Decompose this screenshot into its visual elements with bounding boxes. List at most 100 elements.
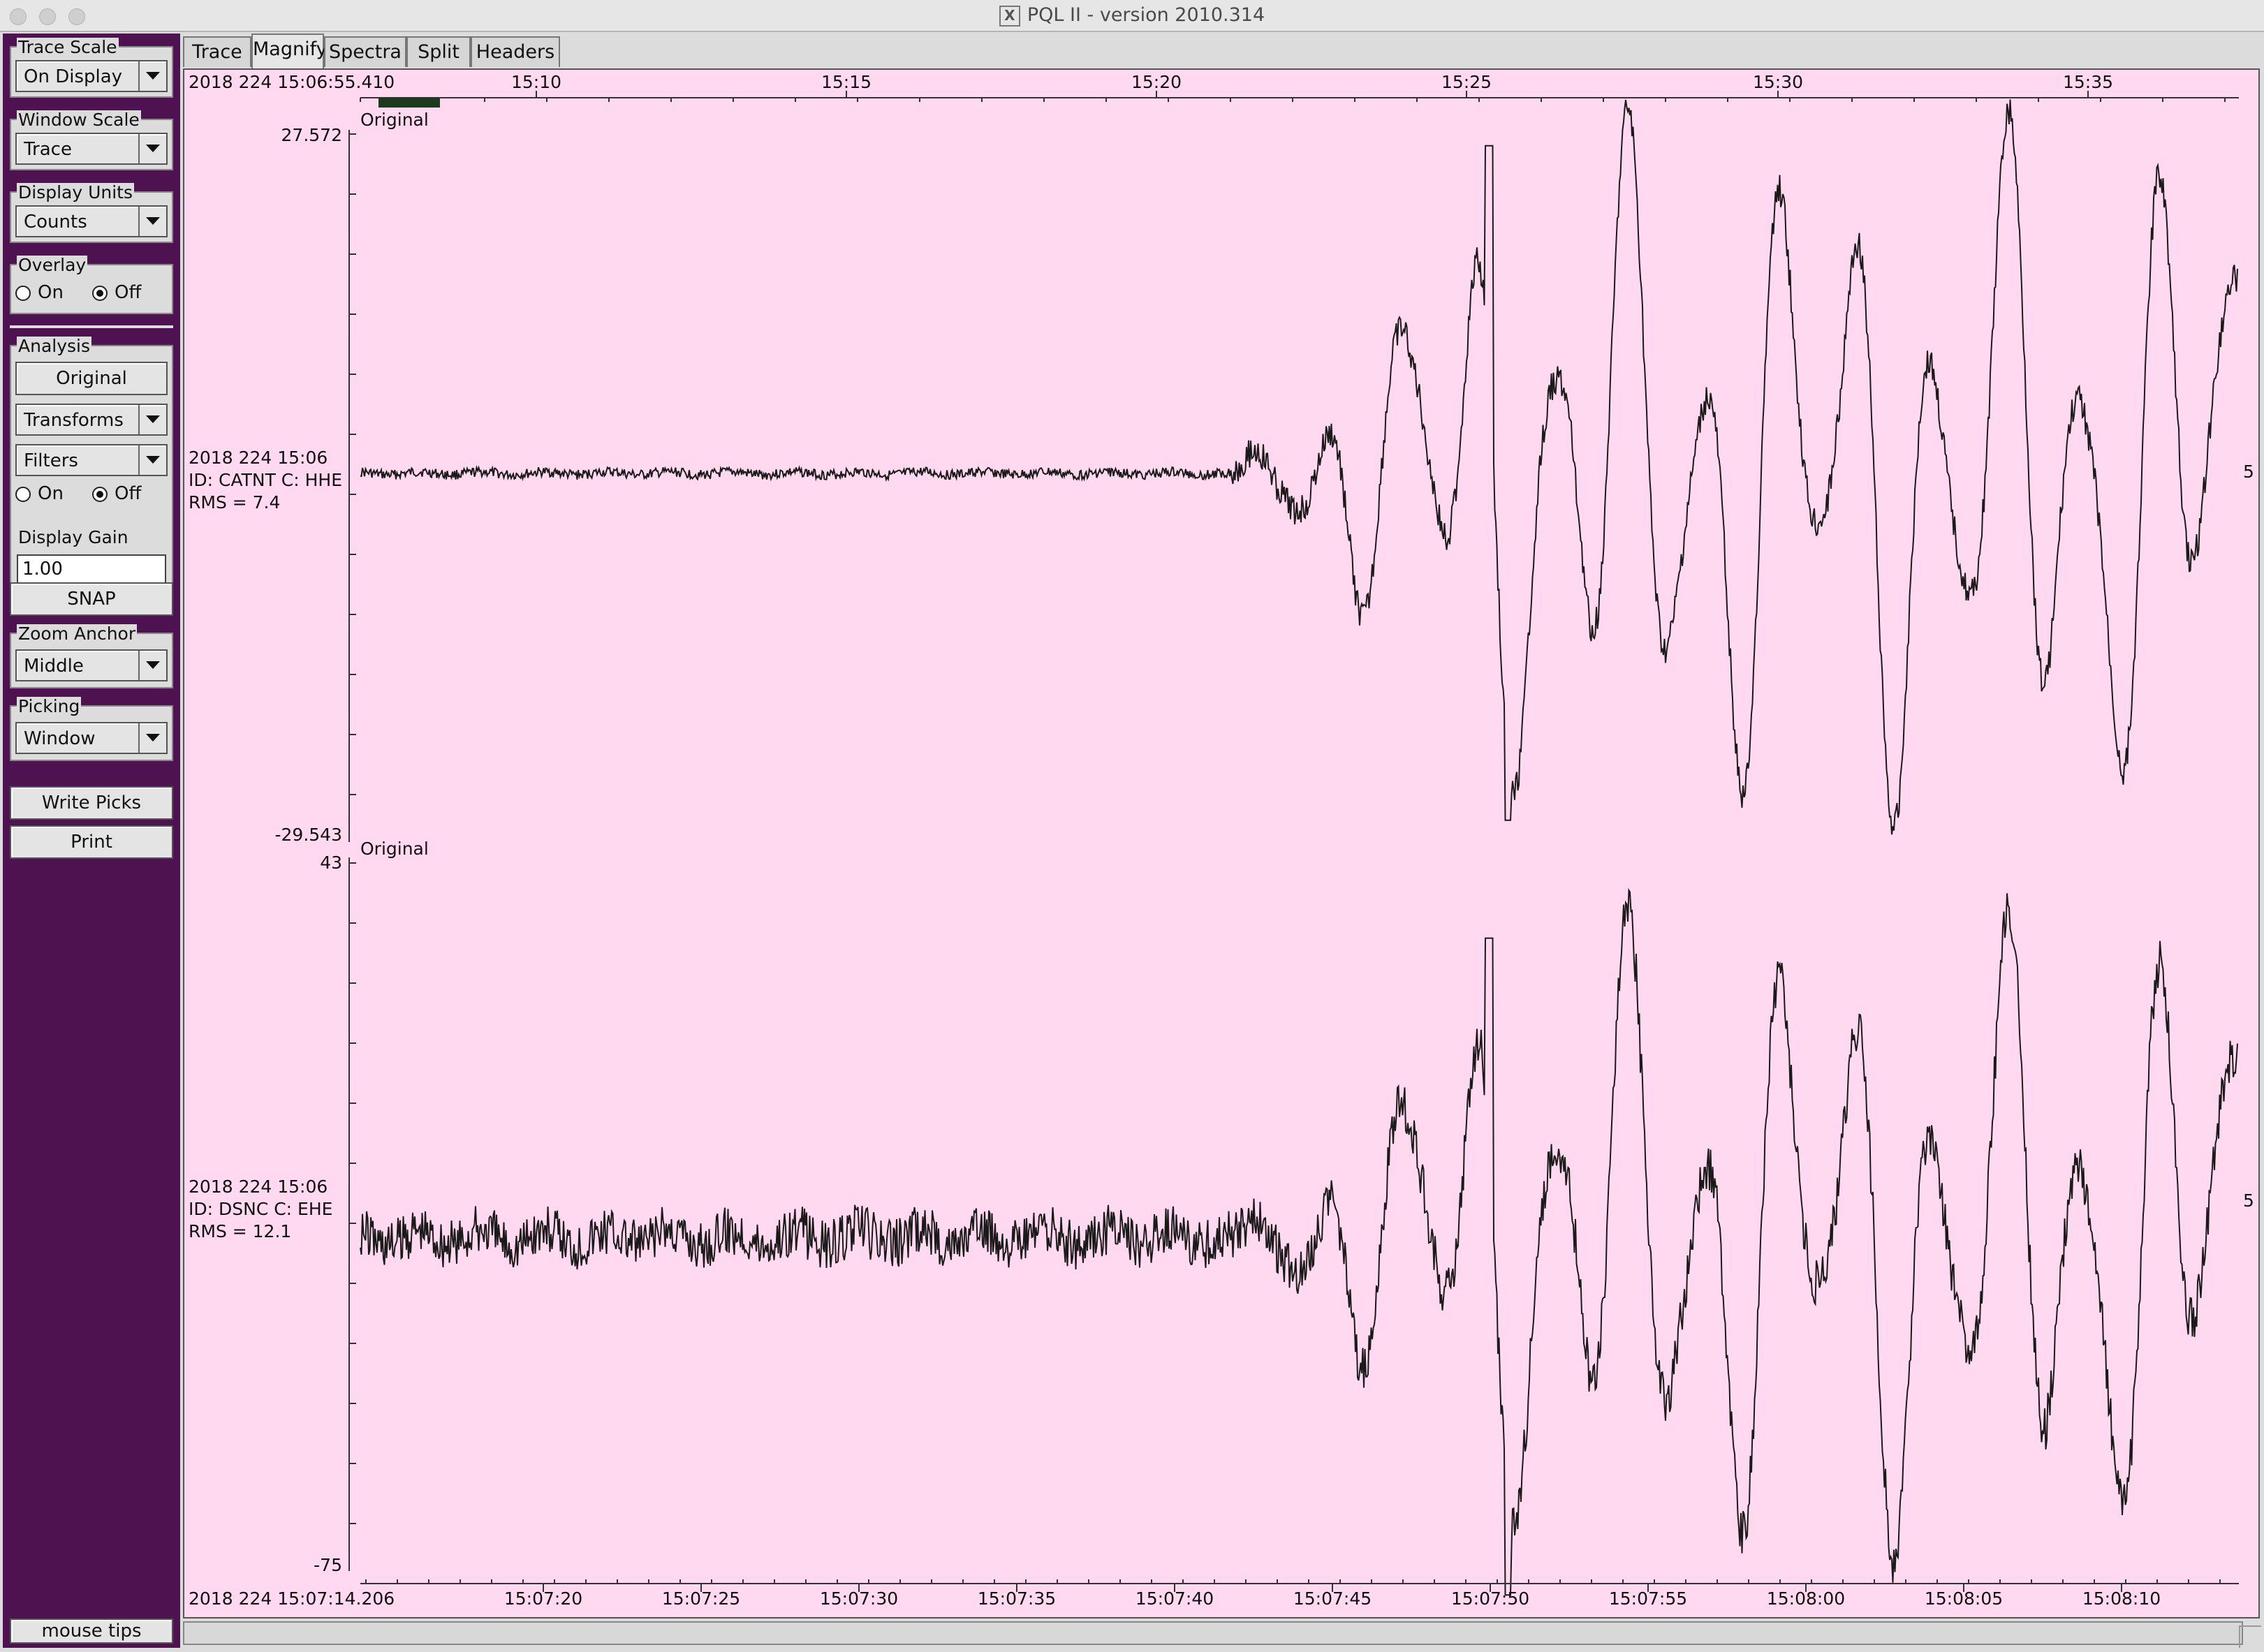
radio-unchecked-icon: [15, 487, 31, 502]
picking-select[interactable]: Window: [15, 722, 168, 754]
filters-off-radio[interactable]: Off: [92, 483, 141, 504]
display-units-label: Display Units: [17, 182, 135, 202]
picking-label: Picking: [17, 696, 82, 716]
bottom-axis-tick-label: 15:08:10: [2082, 1588, 2161, 1609]
original-button[interactable]: Original: [15, 362, 168, 395]
chevron-down-icon[interactable]: [138, 651, 166, 680]
trace2-right-mark: 5: [2243, 1190, 2254, 1211]
radio-unchecked-icon: [15, 286, 31, 301]
top-axis-tick-label: 15:30: [1753, 72, 1803, 92]
zoom-anchor-label: Zoom Anchor: [17, 624, 138, 644]
top-axis-tick-label: 15:15: [821, 72, 872, 92]
filters-off-label: Off: [115, 483, 142, 504]
bottom-axis-tick-label: 15:08:05: [1925, 1588, 2003, 1609]
trace1-ymin: -29.543: [275, 825, 343, 845]
window-scale-group: Window Scale Trace: [10, 110, 173, 170]
magnify-plot-panel[interactable]: 2018 224 15:06:55.410 15:10 15:15 15:20 15:…: [183, 68, 2260, 1618]
window-title: X PQL II - version 2010.314: [0, 4, 2264, 27]
display-units-value: Counts: [24, 212, 87, 233]
title-bar: X PQL II - version 2010.314: [0, 0, 2264, 32]
trace1-waveform[interactable]: [360, 99, 2238, 835]
tab-trace[interactable]: Trace: [183, 36, 251, 67]
trace1-id: ID: CATNT C: HHE: [189, 470, 342, 490]
trace2-ymax: 43: [320, 853, 342, 873]
snap-button[interactable]: SNAP: [10, 582, 173, 616]
radio-checked-icon: [92, 487, 108, 502]
chevron-down-icon[interactable]: [138, 405, 166, 434]
tab-headers[interactable]: Headers: [471, 36, 560, 67]
picking-group: Picking Window: [10, 697, 173, 761]
top-axis-tick-label: 15:10: [511, 72, 561, 92]
transforms-value: Transforms: [24, 410, 124, 431]
analysis-group: Analysis Original Transforms Filters On …: [10, 337, 173, 550]
window-scale-value: Trace: [24, 139, 72, 160]
chevron-down-icon[interactable]: [138, 445, 166, 475]
chevron-down-icon[interactable]: [138, 723, 166, 753]
top-axis-tick-label: 15:35: [2063, 72, 2113, 92]
trace2-id: ID: DSNC C: EHE: [189, 1199, 332, 1219]
radio-checked-icon: [92, 286, 108, 301]
chevron-down-icon[interactable]: [138, 61, 166, 91]
filters-on-radio[interactable]: On: [15, 483, 64, 504]
overlay-off-label: Off: [115, 282, 142, 303]
chevron-down-icon[interactable]: [138, 207, 166, 236]
trace1-time: 2018 224 15:06: [189, 448, 328, 468]
x11-logo-icon: X: [999, 5, 1020, 27]
picking-value: Window: [24, 728, 96, 749]
zoom-anchor-value: Middle: [24, 656, 84, 677]
analysis-label: Analysis: [17, 336, 92, 356]
top-axis-tick-label: 15:20: [1131, 72, 1182, 92]
bottom-axis-tick-label: 15:07:55: [1609, 1588, 1687, 1609]
zoom-anchor-group: Zoom Anchor Middle: [10, 624, 173, 688]
filters-select[interactable]: Filters: [15, 444, 168, 476]
trace1-ymax: 27.572: [281, 125, 342, 145]
bottom-axis-tick-label: 15:07:30: [820, 1588, 898, 1609]
tab-split[interactable]: Split: [406, 36, 471, 67]
trace2-label: Original: [360, 839, 429, 859]
seismogram-plot[interactable]: 2018 224 15:06:55.410 15:10 15:15 15:20 15:…: [184, 70, 2258, 1617]
print-button[interactable]: Print: [10, 825, 173, 859]
bottom-axis-tick-label: 15:07:20: [504, 1588, 582, 1609]
write-picks-button[interactable]: Write Picks: [10, 786, 173, 820]
trace-scale-value: On Display: [24, 66, 123, 87]
display-gain-label: Display Gain: [17, 527, 130, 547]
overlay-on-radio[interactable]: On: [15, 282, 64, 303]
top-axis-start-label: 2018 224 15:06:55.410: [189, 72, 395, 92]
top-axis-tick-label: 15:25: [1441, 72, 1492, 92]
filters-value: Filters: [24, 450, 78, 471]
trace2-rms: RMS = 12.1: [189, 1221, 291, 1241]
trace2-time: 2018 224 15:06: [189, 1177, 328, 1197]
mouse-tips-button[interactable]: mouse tips: [10, 1618, 173, 1644]
trace-scale-group: Trace Scale On Display: [10, 38, 173, 98]
trace-scale-select[interactable]: On Display: [15, 60, 168, 92]
overlay-off-radio[interactable]: Off: [92, 282, 141, 303]
display-units-group: Display Units Counts: [10, 183, 173, 243]
zoom-anchor-select[interactable]: Middle: [15, 649, 168, 681]
trace1-right-mark: 5: [2243, 462, 2254, 482]
window-marker[interactable]: [378, 98, 440, 108]
bottom-axis-start-label: 2018 224 15:07:14.206: [189, 1588, 395, 1609]
window-scale-select[interactable]: Trace: [15, 133, 168, 165]
trace1-label: Original: [360, 110, 429, 130]
overlay-label: Overlay: [17, 255, 88, 275]
display-units-select[interactable]: Counts: [15, 205, 168, 237]
tab-magnify[interactable]: Magnify: [251, 34, 328, 68]
bottom-axis-tick-label: 15:08:00: [1767, 1588, 1845, 1609]
overlay-on-label: On: [38, 282, 64, 303]
trace2-waveform[interactable]: [360, 887, 2238, 1596]
bottom-axis-tick-label: 15:07:40: [1135, 1588, 1214, 1609]
resize-grip-icon[interactable]: [2239, 1625, 2261, 1648]
transforms-select[interactable]: Transforms: [15, 404, 168, 436]
display-gain-input[interactable]: 1.00: [17, 554, 166, 584]
control-sidebar: Trace Scale On Display Window Scale Trac…: [3, 34, 180, 1648]
horizontal-scrollbar[interactable]: [183, 1621, 2243, 1645]
chevron-down-icon[interactable]: [138, 134, 166, 163]
trace-scale-label: Trace Scale: [17, 37, 119, 57]
filters-on-label: On: [38, 483, 64, 504]
bottom-axis-tick-label: 15:07:45: [1293, 1588, 1372, 1609]
tab-spectra[interactable]: Spectra: [324, 36, 406, 67]
bottom-axis-tick-label: 15:07:25: [662, 1588, 740, 1609]
window-title-text: PQL II - version 2010.314: [1027, 4, 1265, 26]
divider: [10, 325, 173, 328]
window-scale-label: Window Scale: [17, 110, 141, 130]
